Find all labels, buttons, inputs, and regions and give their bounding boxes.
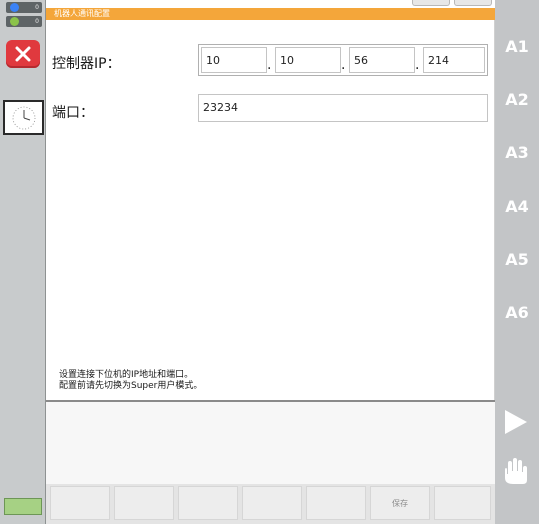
softkey-7[interactable] bbox=[434, 486, 491, 520]
ip-octet-1[interactable]: 10 bbox=[201, 47, 267, 73]
hint-line-2: 配置前请先切换为Super用户模式。 bbox=[59, 381, 203, 391]
top-tab-1[interactable] bbox=[412, 0, 450, 6]
port-label: 端口： bbox=[52, 105, 94, 121]
softkey-3[interactable] bbox=[178, 486, 238, 520]
status-indicator bbox=[4, 498, 42, 515]
top-strip bbox=[46, 0, 495, 8]
bottom-button-bar: 保存 bbox=[46, 484, 495, 524]
window-title: 机器人通讯配置 bbox=[46, 8, 495, 20]
info-status[interactable]: 0 bbox=[6, 2, 42, 13]
ip-separator: . bbox=[267, 57, 272, 73]
warning-status[interactable]: 0 bbox=[6, 16, 42, 27]
hint-line-1: 设置连接下位机的IP地址和端口。 bbox=[59, 370, 194, 380]
axis-a6-button[interactable]: A6 bbox=[495, 292, 539, 332]
axis-a5-button[interactable]: A5 bbox=[495, 239, 539, 279]
ip-octet-3[interactable]: 56 bbox=[349, 47, 415, 73]
clock-icon bbox=[12, 106, 35, 129]
ip-separator: . bbox=[415, 57, 420, 73]
port-input[interactable]: 23234 bbox=[198, 94, 488, 122]
info-icon bbox=[10, 3, 19, 12]
warning-icon bbox=[10, 17, 19, 26]
axis-a1-button[interactable]: A1 bbox=[495, 26, 539, 66]
top-tab-2[interactable] bbox=[454, 0, 492, 6]
ip-octet-2[interactable]: 10 bbox=[275, 47, 341, 73]
softkey-5[interactable] bbox=[306, 486, 366, 520]
message-panel bbox=[46, 402, 495, 484]
softkey-4[interactable] bbox=[242, 486, 302, 520]
config-panel: 控制器IP： 10 . 10 . 56 . 214 端口： 23234 设置连接… bbox=[46, 20, 495, 400]
close-icon bbox=[15, 46, 31, 62]
warning-count: 0 bbox=[35, 18, 39, 25]
save-button[interactable]: 保存 bbox=[370, 486, 430, 520]
axis-a3-button[interactable]: A3 bbox=[495, 132, 539, 172]
left-sidebar: 0 0 bbox=[0, 0, 46, 524]
close-button[interactable] bbox=[6, 40, 40, 68]
ip-separator: . bbox=[341, 57, 346, 73]
hint-text: 设置连接下位机的IP地址和端口。 配置前请先切换为Super用户模式。 bbox=[59, 370, 202, 392]
info-count: 0 bbox=[35, 4, 39, 11]
softkey-1[interactable] bbox=[50, 486, 110, 520]
ip-address-group: 10 . 10 . 56 . 214 bbox=[198, 44, 488, 76]
ip-label: 控制器IP： bbox=[52, 56, 121, 72]
axis-a2-button[interactable]: A2 bbox=[495, 79, 539, 119]
play-icon[interactable] bbox=[505, 410, 527, 434]
clock-button[interactable] bbox=[3, 100, 44, 135]
axis-a4-button[interactable]: A4 bbox=[495, 186, 539, 226]
ip-octet-4[interactable]: 214 bbox=[423, 47, 485, 73]
right-sidebar: A1 A2 A3 A4 A5 A6 bbox=[495, 0, 539, 524]
hand-icon[interactable] bbox=[501, 456, 531, 486]
softkey-2[interactable] bbox=[114, 486, 174, 520]
